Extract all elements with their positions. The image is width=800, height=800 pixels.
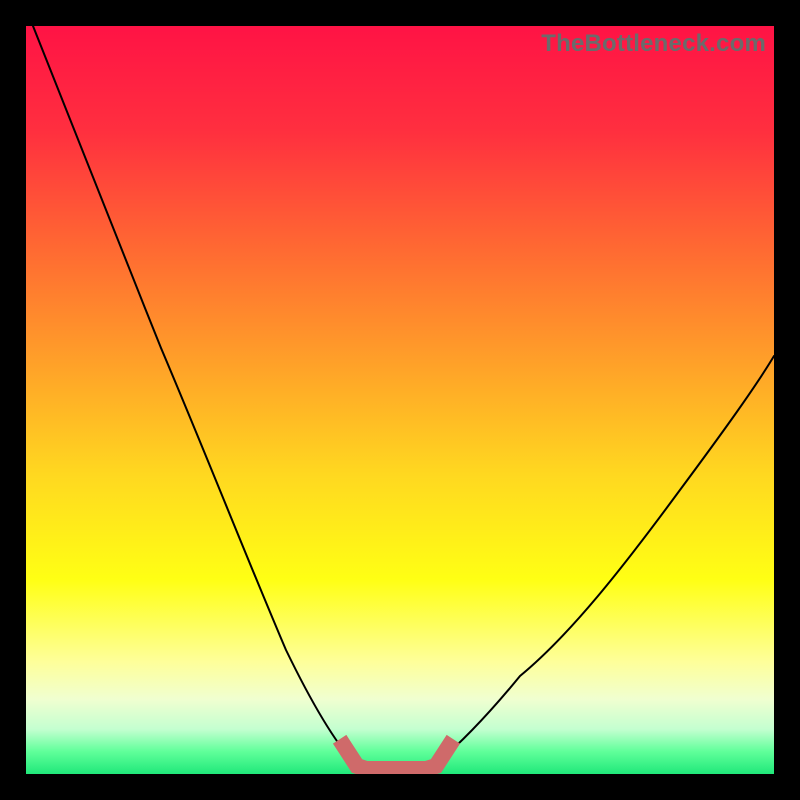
bottom-highlight-band: [344, 746, 449, 769]
left-curve: [33, 26, 360, 769]
chart-frame: TheBottleneck.com: [0, 0, 800, 800]
plot-area: TheBottleneck.com: [26, 26, 774, 774]
right-curve: [430, 356, 774, 769]
curve-overlay: [26, 26, 774, 774]
